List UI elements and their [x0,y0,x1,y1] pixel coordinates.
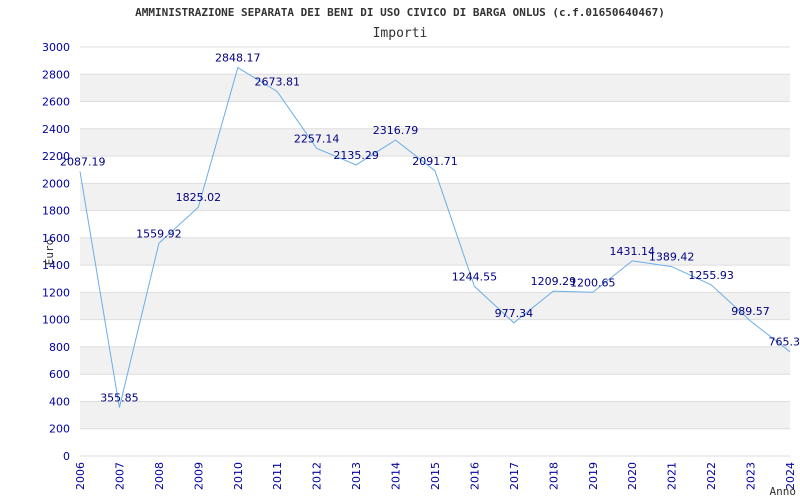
data-label: 2135.29 [333,149,379,162]
grid-band [80,346,790,375]
y-tick-label: 200 [49,423,70,436]
data-label: 765.3 [769,336,800,349]
x-tick-label: 2014 [390,462,403,490]
x-tick-label: 2023 [745,462,758,490]
y-tick-label: 2600 [42,96,70,109]
x-tick-label: 2022 [705,462,718,490]
x-tick-label: 2007 [113,462,126,490]
x-tick-label: 2012 [311,462,324,490]
x-tick-label: 2008 [153,462,166,490]
y-tick-label: 2800 [42,68,70,81]
data-label: 2673.81 [254,75,300,88]
x-tick-label: 2020 [626,462,639,490]
grid-band [80,401,790,429]
x-tick-label: 2013 [350,462,363,490]
data-label: 2091.71 [412,155,458,168]
line-chart: AMMINISTRAZIONE SEPARATA DEI BENI DI USO… [42,6,800,498]
y-tick-label: 2400 [42,123,70,136]
data-label: 2848.17 [215,52,261,65]
y-tick-label: 0 [63,450,70,463]
data-label: 977.34 [495,307,534,320]
x-tick-label: 2015 [429,462,442,490]
x-tick-label: 2011 [271,462,284,490]
data-label: 2316.79 [373,124,419,137]
data-label: 1255.93 [688,269,734,282]
grid-band [80,292,790,320]
y-tick-label: 2000 [42,177,70,190]
y-axis-label: Euro [43,239,56,266]
chart-subtitle: Importi [373,26,428,41]
data-label: 2087.19 [60,155,106,168]
x-tick-label: 2018 [547,462,560,490]
y-tick-label: 400 [49,395,70,408]
y-tick-label: 1000 [42,314,70,327]
y-tick-label: 800 [49,341,70,354]
x-axis-label: Anno [770,485,797,498]
x-tick-label: 2017 [508,462,521,490]
y-tick-label: 1800 [42,205,70,218]
y-tick-label: 600 [49,368,70,381]
grid-band [80,74,790,102]
data-label: 2257.14 [294,132,340,145]
chart-title: AMMINISTRAZIONE SEPARATA DEI BENI DI USO… [135,6,665,19]
y-tick-label: 1200 [42,286,70,299]
data-label: 989.57 [731,305,770,318]
x-tick-label: 2021 [666,462,679,490]
grid-band [80,128,790,157]
x-tick-labels: 2006 2007 2008 2009 2010 2011 2012 2013 2014 2015… [74,462,797,490]
data-label: 1559.92 [136,227,182,240]
data-label: 1244.55 [452,270,498,283]
x-tick-label: 2016 [468,462,481,490]
x-tick-label: 2019 [587,462,600,490]
y-tick-label: 3000 [42,41,70,54]
x-tick-label: 2006 [74,462,87,490]
x-tick-label: 2010 [232,462,245,490]
data-label: 1825.02 [176,191,222,204]
data-label: 1200.65 [570,276,616,289]
data-label: 1389.42 [649,251,695,264]
x-tick-label: 2009 [192,462,205,490]
data-label: 355.85 [100,391,139,404]
